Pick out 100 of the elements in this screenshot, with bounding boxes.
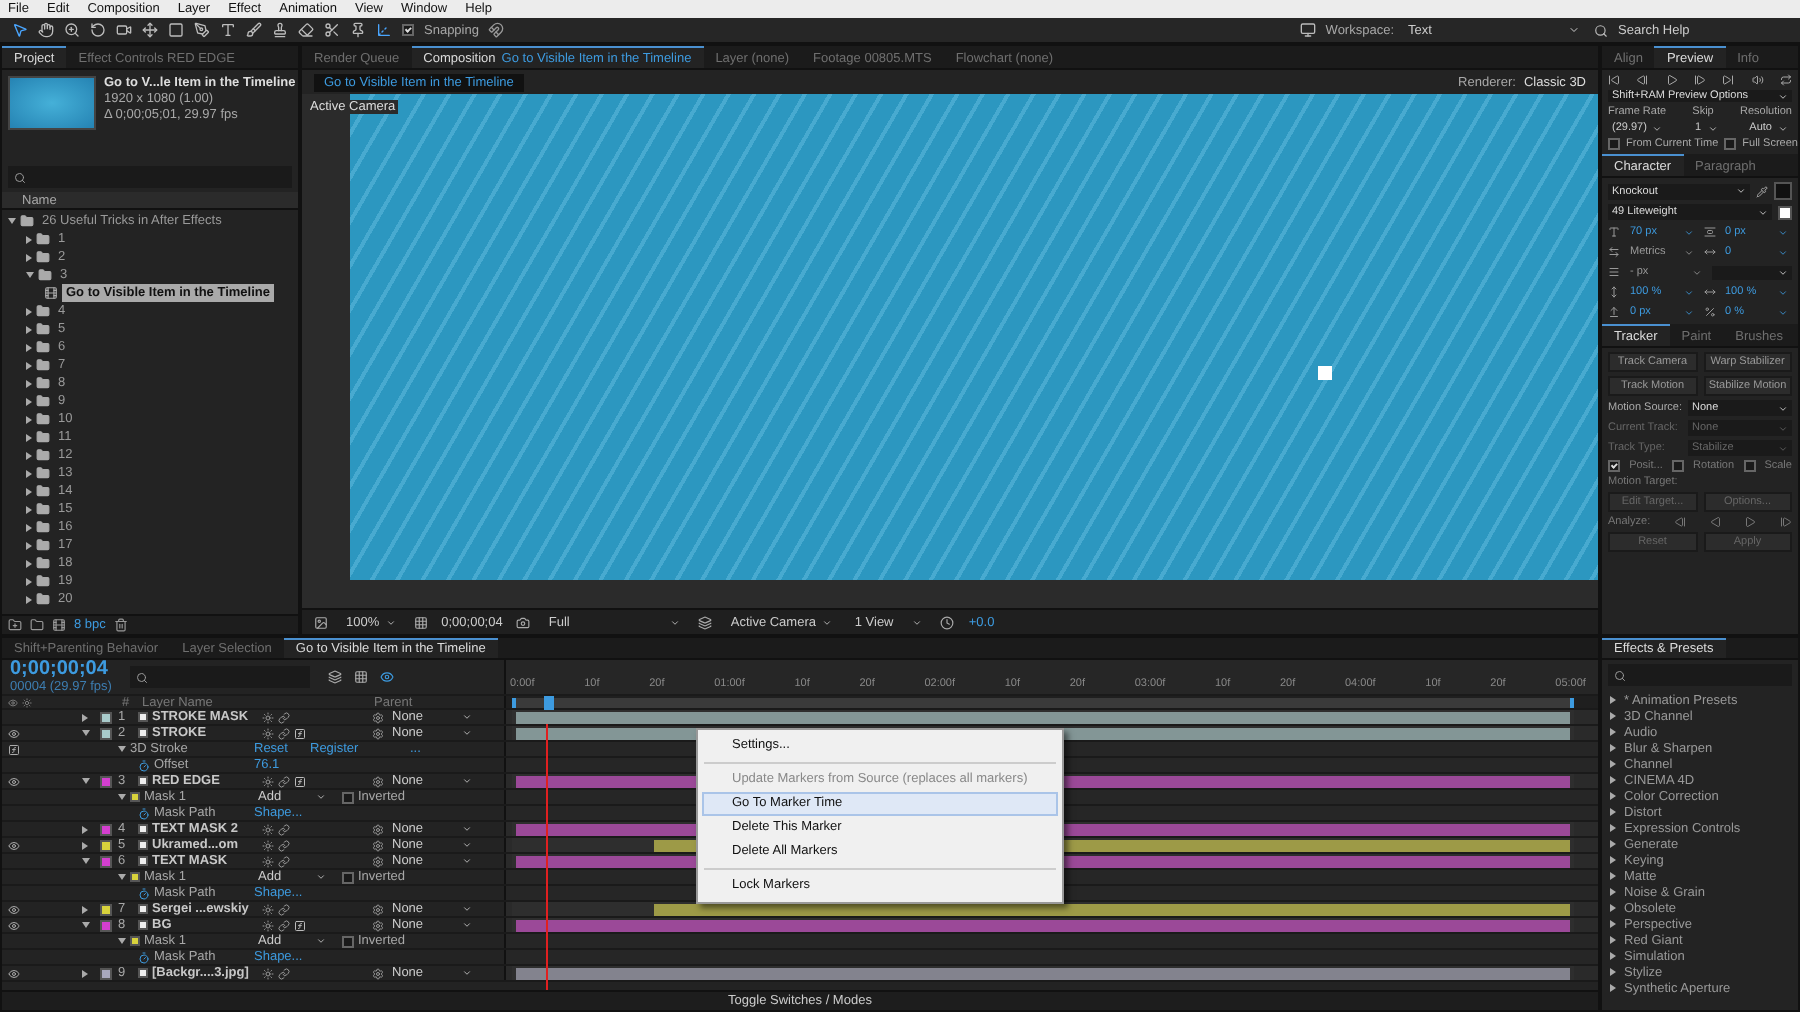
first-frame-icon[interactable]: [1608, 74, 1620, 86]
collapse-arrow-icon[interactable]: [82, 730, 90, 736]
checkbox[interactable]: [1608, 138, 1620, 150]
stamp-tool-icon[interactable]: [272, 22, 288, 38]
collapse-arrow-icon[interactable]: [82, 858, 90, 864]
roto-tool-icon[interactable]: [324, 22, 340, 38]
checkbox[interactable]: [1671, 460, 1684, 472]
checkbox[interactable]: [1743, 460, 1756, 472]
stopwatch-icon[interactable]: [138, 951, 150, 963]
shy-icon[interactable]: [262, 823, 274, 835]
eye-icon[interactable]: [8, 727, 20, 739]
pointer-tool-icon[interactable]: [12, 22, 28, 38]
layers-icon[interactable]: [327, 670, 342, 684]
snapping-checkbox[interactable]: [402, 24, 414, 36]
link-icon[interactable]: [278, 823, 290, 835]
grid-icon[interactable]: [413, 615, 428, 629]
hand-tool-icon[interactable]: [38, 22, 54, 38]
magnet-icon[interactable]: [488, 22, 505, 38]
new-comp-icon[interactable]: [52, 618, 66, 632]
kerning-icon: [1608, 246, 1620, 258]
hscale-icon: [1703, 286, 1715, 298]
analyze-forward-icon[interactable]: [1744, 516, 1757, 528]
link-icon[interactable]: [278, 775, 290, 787]
pan-tool-icon[interactable]: [142, 22, 158, 38]
stopwatch-icon[interactable]: [138, 807, 150, 819]
axis-icon[interactable]: [376, 22, 392, 38]
audio-icon[interactable]: [1751, 74, 1764, 86]
stopwatch-icon[interactable]: [138, 759, 150, 771]
exposure-icon[interactable]: [940, 615, 955, 629]
pin-tool-icon[interactable]: [350, 22, 366, 38]
caret-icon[interactable]: [1568, 24, 1580, 36]
fx-icon[interactable]: [294, 727, 306, 739]
link-icon[interactable]: [278, 919, 290, 931]
shy-icon[interactable]: [262, 855, 274, 867]
shy-icon[interactable]: [262, 967, 274, 979]
analyze-back-icon[interactable]: [1673, 516, 1686, 528]
search-icon: [14, 171, 26, 183]
link-icon[interactable]: [278, 711, 290, 723]
link-icon[interactable]: [278, 727, 290, 739]
shy-icon[interactable]: [262, 727, 274, 739]
next-frame-icon[interactable]: [1693, 74, 1706, 86]
snapshot-icon[interactable]: [516, 615, 531, 629]
eye-icon[interactable]: [8, 919, 20, 931]
analyze-next-icon[interactable]: [1779, 516, 1792, 528]
collapse-arrow-icon[interactable]: [118, 746, 126, 752]
last-frame-icon[interactable]: [1722, 74, 1735, 86]
loop-icon[interactable]: [1779, 74, 1792, 86]
link-icon[interactable]: [278, 839, 290, 851]
shy-icon[interactable]: [262, 775, 274, 787]
new-folder-icon[interactable]: [8, 618, 22, 632]
eyedropper-icon[interactable]: [1756, 185, 1768, 197]
playhead-handle[interactable]: [543, 695, 554, 709]
shy-icon[interactable]: [262, 711, 274, 723]
fill-color-swatch[interactable]: [1774, 182, 1792, 200]
rectangle-tool-icon[interactable]: [168, 22, 184, 38]
play-icon[interactable]: [1665, 74, 1678, 86]
tsume-icon: [1703, 306, 1715, 318]
eraser-tool-icon[interactable]: [298, 22, 314, 38]
expand-arrow-icon[interactable]: [82, 969, 88, 977]
fx-icon[interactable]: [294, 919, 306, 931]
stroke-color-swatch[interactable]: [1778, 205, 1792, 219]
grid-icon[interactable]: [353, 670, 368, 684]
timecode[interactable]: 0;00;00;04: [10, 660, 112, 680]
eye-icon[interactable]: [8, 839, 20, 851]
zoom-tool-icon[interactable]: [64, 22, 80, 38]
shy-icon[interactable]: [262, 839, 274, 851]
pen-tool-icon[interactable]: [194, 22, 210, 38]
brush-tool-icon[interactable]: [246, 22, 262, 38]
inverted-checkbox[interactable]: [342, 935, 354, 947]
monitor-icon[interactable]: [1299, 22, 1316, 38]
stopwatch-icon[interactable]: [138, 887, 150, 899]
inverted-checkbox[interactable]: [342, 791, 354, 803]
camera-tool-icon[interactable]: [116, 22, 132, 38]
link-icon[interactable]: [278, 903, 290, 915]
checkbox[interactable]: [1724, 138, 1737, 150]
shy-icon[interactable]: [262, 919, 274, 931]
search-field[interactable]: [1608, 664, 1792, 686]
link-icon[interactable]: [278, 855, 290, 867]
search-field[interactable]: [8, 166, 292, 188]
rotate-tool-icon[interactable]: [90, 22, 106, 38]
folder-icon[interactable]: [30, 618, 44, 632]
eye-icon[interactable]: [8, 903, 20, 915]
link-icon[interactable]: [278, 967, 290, 979]
shy-icon[interactable]: [262, 903, 274, 915]
fx-icon[interactable]: [294, 775, 306, 787]
fx-icon[interactable]: [8, 743, 20, 755]
search-field[interactable]: [129, 666, 310, 688]
analyze-backward-icon[interactable]: [1709, 516, 1722, 528]
type-tool-icon[interactable]: [220, 22, 236, 38]
eye-icon[interactable]: [8, 775, 20, 787]
checkbox[interactable]: [1608, 460, 1620, 472]
collapse-arrow-icon[interactable]: [82, 778, 90, 784]
inverted-checkbox[interactable]: [342, 871, 354, 883]
layers-icon[interactable]: [698, 615, 713, 629]
eye-icon[interactable]: [8, 967, 20, 979]
previous-frame-icon[interactable]: [1636, 74, 1649, 86]
collapse-arrow-icon[interactable]: [82, 922, 90, 928]
delete-icon[interactable]: [113, 618, 128, 632]
eye-icon[interactable]: [379, 670, 394, 684]
image-icon[interactable]: [314, 615, 328, 629]
